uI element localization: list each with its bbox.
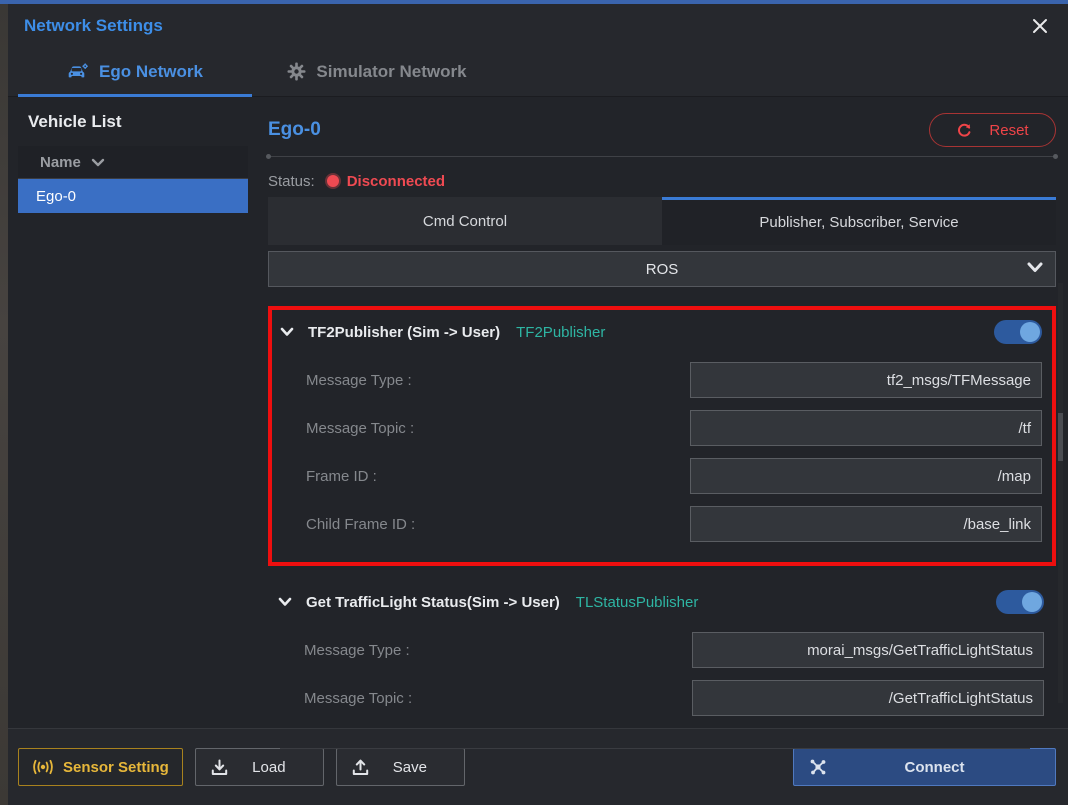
car-icon <box>67 63 89 81</box>
close-button[interactable] <box>1028 14 1052 38</box>
close-icon <box>1031 17 1049 35</box>
tab-ego-network[interactable]: Ego Network <box>18 47 252 96</box>
protocol-dropdown[interactable]: ROS <box>268 251 1056 287</box>
message-topic-input[interactable]: /tf <box>690 410 1042 446</box>
message-topic-label: Message Topic : <box>280 420 414 437</box>
message-topic-input[interactable]: /GetTrafficLightStatus <box>692 680 1044 716</box>
save-button[interactable]: Save <box>336 748 465 786</box>
connect-button-label: Connect <box>828 759 1041 776</box>
section-trafficlight-status: Get TrafficLight Status(Sim -> User) TLS… <box>268 578 1056 732</box>
section-tf2publisher: TF2Publisher (Sim -> User) TF2Publisher … <box>268 306 1056 566</box>
section-divider <box>280 748 1030 749</box>
title-bar: Network Settings <box>8 4 1068 47</box>
load-button[interactable]: Load <box>195 748 324 786</box>
tab-simulator-network-label: Simulator Network <box>316 62 466 82</box>
message-type-label: Message Type : <box>280 372 412 389</box>
network-settings-dialog: Network Settings Ego Network <box>8 4 1068 805</box>
dialog-body: Vehicle List Name Ego-0 Ego-0 <box>8 97 1068 728</box>
tf2publisher-toggle[interactable] <box>994 320 1042 344</box>
reset-icon <box>956 122 973 139</box>
tab-publisher-subscriber-service[interactable]: Publisher, Subscriber, Service <box>662 197 1056 245</box>
sensor-setting-label: Sensor Setting <box>63 759 169 776</box>
section-type-label: TF2Publisher <box>516 324 605 341</box>
field-row: Message Topic : /GetTrafficLightStatus <box>278 680 1050 716</box>
gear-icon <box>287 62 306 81</box>
section-header: Get TrafficLight Status(Sim -> User) TLS… <box>278 584 1050 620</box>
vehicle-detail-panel: Ego-0 Reset Status: Disconnected Cmd Con… <box>268 97 1068 728</box>
message-type-label: Message Type : <box>278 642 410 659</box>
field-row: Message Type : tf2_msgs/TFMessage <box>280 362 1048 398</box>
reset-button-label: Reset <box>989 122 1028 139</box>
field-row: Frame ID : /map <box>280 458 1048 494</box>
child-frame-id-label: Child Frame ID : <box>280 516 415 533</box>
network-nodes-icon <box>808 757 828 777</box>
vehicle-title: Ego-0 <box>268 119 321 141</box>
expander-chevron-icon[interactable] <box>278 597 292 607</box>
broadcast-icon <box>32 759 54 775</box>
background-strip <box>0 4 8 805</box>
child-frame-id-input[interactable]: /base_link <box>690 506 1042 542</box>
vehicle-list-title: Vehicle List <box>8 112 252 132</box>
status-dot-icon <box>327 175 339 187</box>
load-button-label: Load <box>229 759 309 776</box>
scrollbar-track[interactable] <box>1058 283 1063 703</box>
vehicle-list-panel: Vehicle List Name Ego-0 <box>8 97 252 728</box>
field-row: Message Type : morai_msgs/GetTrafficLigh… <box>278 632 1050 668</box>
frame-id-input[interactable]: /map <box>690 458 1042 494</box>
section-type-label: TLStatusPublisher <box>576 594 699 611</box>
chevron-down-icon <box>1027 262 1043 273</box>
name-header-label: Name <box>40 154 81 171</box>
expander-chevron-icon[interactable] <box>280 327 294 337</box>
tab-simulator-network[interactable]: Simulator Network <box>252 47 502 96</box>
sensor-setting-button[interactable]: Sensor Setting <box>18 748 183 786</box>
connect-button[interactable]: Connect <box>793 748 1056 786</box>
status-value: Disconnected <box>347 173 445 190</box>
upload-icon <box>351 758 370 777</box>
publisher-sections: TF2Publisher (Sim -> User) TF2Publisher … <box>268 306 1056 749</box>
section-title: TF2Publisher (Sim -> User) <box>308 324 500 341</box>
vehicle-item-label: Ego-0 <box>36 188 76 205</box>
field-row: Child Frame ID : /base_link <box>280 506 1048 542</box>
save-button-label: Save <box>370 759 450 776</box>
toggle-knob <box>1020 322 1040 342</box>
tab-ego-network-label: Ego Network <box>99 62 203 82</box>
frame-id-label: Frame ID : <box>280 468 377 485</box>
message-topic-label: Message Topic : <box>278 690 412 707</box>
tlstatus-toggle[interactable] <box>996 590 1044 614</box>
message-type-input[interactable]: tf2_msgs/TFMessage <box>690 362 1042 398</box>
header-divider <box>268 156 1056 157</box>
message-type-input[interactable]: morai_msgs/GetTrafficLightStatus <box>692 632 1044 668</box>
reset-button[interactable]: Reset <box>929 113 1056 147</box>
vehicle-list: Name Ego-0 <box>18 146 248 213</box>
sub-tab-bar: Cmd Control Publisher, Subscriber, Servi… <box>268 197 1056 245</box>
vehicle-list-name-header[interactable]: Name <box>18 146 248 179</box>
protocol-dropdown-value: ROS <box>269 261 1055 278</box>
section-title: Get TrafficLight Status(Sim -> User) <box>306 594 560 611</box>
vehicle-list-item-ego-0[interactable]: Ego-0 <box>18 179 248 213</box>
tab-cmd-control[interactable]: Cmd Control <box>268 197 662 245</box>
dialog-title: Network Settings <box>24 16 163 36</box>
scrollbar-thumb[interactable] <box>1058 413 1063 461</box>
chevron-down-icon <box>91 158 105 167</box>
vehicle-header: Ego-0 Reset <box>268 111 1056 149</box>
toggle-knob <box>1022 592 1042 612</box>
download-icon <box>210 758 229 777</box>
tab-cmd-control-label: Cmd Control <box>423 213 507 230</box>
tab-publisher-subscriber-service-label: Publisher, Subscriber, Service <box>759 214 958 231</box>
status-label: Status: <box>268 173 315 190</box>
status-row: Status: Disconnected <box>268 170 1056 192</box>
field-row: Message Topic : /tf <box>280 410 1048 446</box>
main-tab-bar: Ego Network Simulato <box>8 47 1068 97</box>
section-header: TF2Publisher (Sim -> User) TF2Publisher <box>280 314 1048 350</box>
